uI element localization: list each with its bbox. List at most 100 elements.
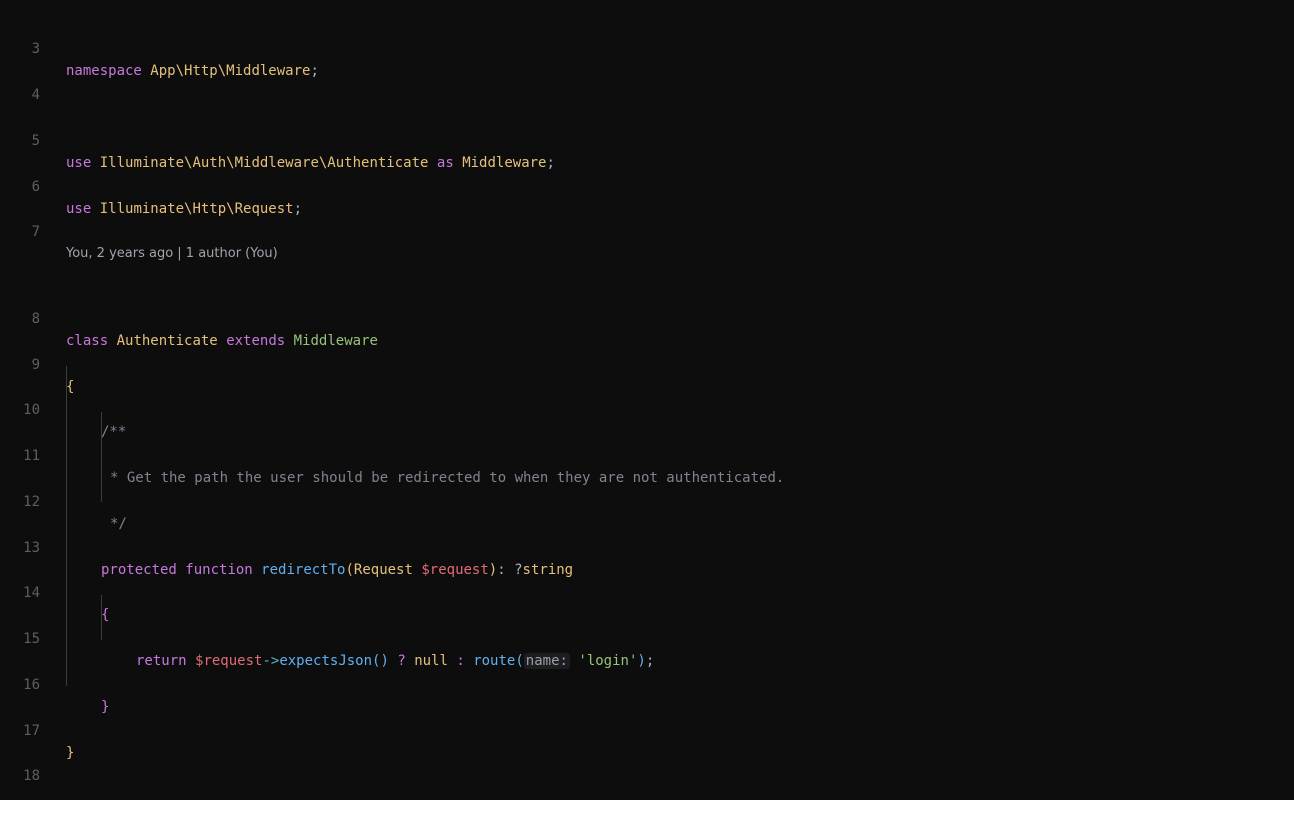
- line-code: /**: [101, 421, 126, 443]
- function-name: redirectTo: [261, 562, 346, 578]
- code-line[interactable]: 11 * Get the path the user should be red…: [0, 423, 784, 486]
- code-line[interactable]: 4: [0, 62, 40, 103]
- line-number: 14: [23, 585, 40, 601]
- brace: {: [101, 607, 110, 623]
- code-line[interactable]: 6 use Illuminate\Http\Request;: [0, 154, 302, 217]
- operator: :: [447, 653, 474, 669]
- variable: $request: [195, 653, 263, 669]
- keyword: namespace: [66, 63, 142, 79]
- parameter-inlay-hint: name:: [523, 653, 570, 669]
- paren: ): [637, 653, 646, 669]
- type-name: Request: [353, 562, 413, 578]
- line-code: * Get the path the user should be redire…: [110, 467, 784, 489]
- keyword: protected: [101, 562, 177, 578]
- code-line[interactable]: 7: [0, 199, 40, 240]
- null-constant: null: [414, 653, 448, 669]
- code-line[interactable]: 3 namespace App\Http\Middleware;: [0, 16, 319, 79]
- keyword: class: [66, 333, 109, 349]
- keyword: function: [185, 562, 253, 578]
- variable: $request: [421, 562, 489, 578]
- line-code: protected function redirectTo(Request $r…: [101, 559, 573, 581]
- method-name: expectsJson: [279, 653, 373, 669]
- code-line[interactable]: 5 use Illuminate\Auth\Middleware\Authent…: [0, 108, 555, 171]
- punctuation: ;: [645, 653, 655, 669]
- line-number: 3: [31, 41, 40, 57]
- line-code: use Illuminate\Http\Request;: [66, 198, 302, 220]
- comment: */: [110, 516, 127, 532]
- code-line[interactable]: 9 {: [0, 332, 75, 395]
- brace: }: [101, 699, 110, 715]
- line-number: 16: [23, 677, 40, 693]
- line-number: 15: [23, 631, 40, 647]
- code-line[interactable]: 17 }: [0, 698, 74, 761]
- return-type: string: [522, 562, 574, 578]
- punctuation: ;: [293, 201, 303, 217]
- paren: ): [488, 562, 498, 578]
- class-path: Illuminate\Http\Request: [99, 201, 294, 217]
- indent-guide-class-body: [66, 366, 67, 686]
- string-literal: 'login': [578, 653, 638, 669]
- line-number: 7: [31, 224, 40, 240]
- line-number: 8: [31, 311, 40, 327]
- keyword: extends: [226, 333, 286, 349]
- line-number: 4: [31, 87, 40, 103]
- code-line[interactable]: 14 {: [0, 560, 109, 623]
- operator: ?: [388, 653, 415, 669]
- code-editor[interactable]: 3 namespace App\Http\Middleware; 4 5 use…: [0, 0, 1294, 800]
- code-line[interactable]: 13 protected function redirectTo(Request…: [0, 515, 573, 578]
- paren: (): [372, 653, 389, 669]
- line-code: use Illuminate\Auth\Middleware\Authentic…: [66, 152, 555, 174]
- punctuation: : ?: [497, 562, 523, 578]
- line-number: 17: [23, 723, 40, 739]
- code-line[interactable]: 18: [0, 743, 40, 784]
- line-code: class Authenticate extends Middleware: [66, 330, 378, 352]
- line-number: 18: [23, 768, 40, 784]
- line-number: 13: [23, 540, 40, 556]
- brace: {: [66, 379, 75, 395]
- line-code: namespace App\Http\Middleware;: [66, 60, 319, 82]
- code-line[interactable]: 12 */: [0, 469, 127, 532]
- comment: * Get the path the user should be redire…: [110, 470, 785, 486]
- keyword: use: [66, 155, 92, 171]
- line-code: }: [101, 696, 109, 718]
- line-number: 5: [31, 133, 40, 149]
- keyword: use: [66, 201, 92, 217]
- line-number: 12: [23, 494, 40, 510]
- operator: ->: [262, 653, 280, 669]
- line-code: return $request->expectsJson() ? null : …: [136, 650, 654, 672]
- class-name: Authenticate: [116, 333, 218, 349]
- alias-name: Middleware: [462, 155, 547, 171]
- line-number: 6: [31, 179, 40, 195]
- paren: (: [515, 653, 524, 669]
- line-code: {: [101, 604, 109, 626]
- line-number: 11: [23, 448, 40, 464]
- brace: }: [66, 745, 75, 761]
- code-line[interactable]: 15 return $request->expectsJson() ? null…: [0, 606, 654, 669]
- comment: /**: [101, 424, 127, 440]
- git-blame-codelens[interactable]: You, 2 years ago | 1 author (You): [66, 244, 278, 264]
- function-name: route: [473, 653, 516, 669]
- line-number: 9: [31, 357, 40, 373]
- line-code: {: [66, 376, 74, 398]
- punctuation: ;: [310, 63, 319, 79]
- namespace-name: App\Http\Middleware: [150, 63, 311, 79]
- code-line[interactable]: 10 /**: [0, 377, 126, 440]
- line-code: */: [110, 513, 127, 535]
- code-line[interactable]: 16 }: [0, 652, 109, 715]
- code-line[interactable]: 8 class Authenticate extends Middleware: [0, 286, 378, 349]
- keyword: return: [136, 653, 187, 669]
- punctuation: ;: [546, 155, 555, 171]
- parent-class-name: Middleware: [293, 333, 378, 349]
- keyword: as: [436, 155, 454, 171]
- line-code: }: [66, 742, 74, 764]
- line-number: 10: [23, 402, 40, 418]
